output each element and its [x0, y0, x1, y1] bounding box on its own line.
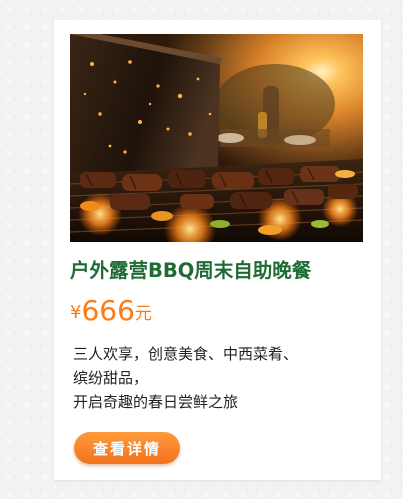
card-title: 户外露营BBQ周末自助晚餐 — [70, 259, 312, 282]
price-unit: 元 — [134, 304, 152, 324]
description: 三人欢享，创意美食、中西菜肴、 缤纷甜品， 开启奇趣的春日尝鲜之旅 — [73, 342, 373, 414]
description-line: 三人欢享，创意美食、中西菜肴、 — [73, 345, 299, 363]
description-line: 开启奇趣的春日尝鲜之旅 — [73, 393, 239, 411]
price-amount: 666 — [81, 294, 135, 327]
bbq-photo — [70, 34, 363, 242]
view-details-button[interactable]: 查看详情 — [74, 432, 180, 464]
bbq-grill-image — [70, 34, 363, 242]
description-line: 缤纷甜品， — [73, 369, 149, 387]
price-currency: ¥ — [70, 302, 82, 323]
product-card: 户外露营BBQ周末自助晚餐 ¥666元 三人欢享，创意美食、中西菜肴、 缤纷甜品… — [54, 20, 381, 480]
price: ¥666元 — [70, 294, 152, 332]
